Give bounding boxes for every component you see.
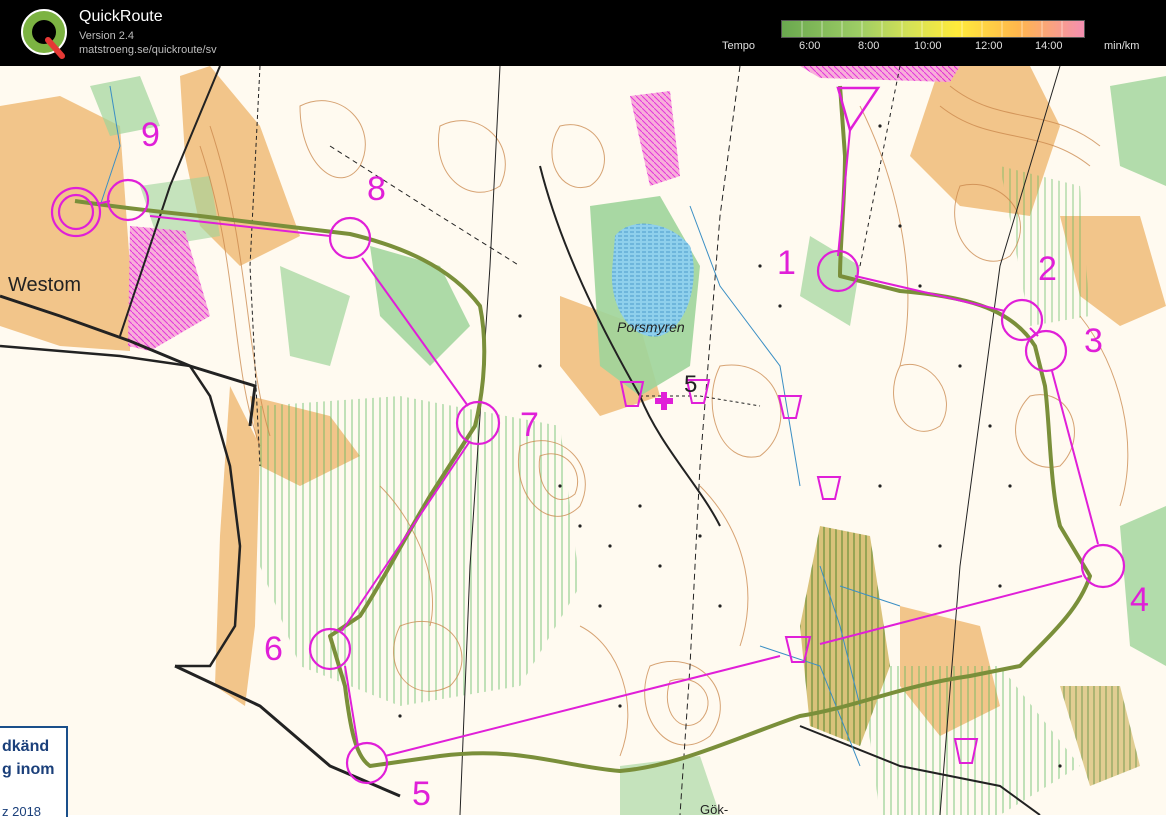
open-land-areas — [0, 66, 1166, 736]
control-number-3: 3 — [1084, 322, 1103, 360]
tempo-unit: min/km — [1104, 40, 1140, 52]
legend-line: dkänd — [2, 738, 50, 755]
control-number-5: 5 — [412, 775, 431, 813]
tempo-tick: 6:00 — [799, 40, 821, 52]
logo-graphic — [21, 9, 67, 59]
tempo-tick: 14:00 — [1035, 40, 1063, 52]
tempo-label: Tempo — [722, 40, 756, 52]
tempo-tick: 12:00 — [975, 40, 1003, 52]
orienteering-map[interactable]: 1 2 3 4 5 6 7 8 9 5 Westom Porsmyren Gök… — [0, 66, 1166, 817]
legend-line: g inom — [2, 761, 55, 778]
tempo-color-scale — [781, 20, 1085, 38]
control-number-9: 9 — [141, 116, 160, 154]
place-westom: Westom — [8, 274, 81, 296]
legend-line: z 2018 — [2, 804, 42, 817]
place-porsmyren: Porsmyren — [617, 319, 685, 335]
quickroute-logo — [18, 6, 72, 60]
map-legend-box: dkänd g inom z 2018 — [0, 726, 68, 817]
coastline — [0, 344, 242, 668]
control-number-4: 4 — [1130, 581, 1149, 619]
app-header: QuickRoute Version 2.4 matstroeng.se/qui… — [0, 0, 1166, 66]
control-number-7: 7 — [520, 406, 539, 444]
tempo-tick: 8:00 — [858, 40, 880, 52]
app-title: QuickRoute — [79, 8, 163, 25]
control-number-6: 6 — [264, 630, 283, 668]
control-number-1: 1 — [777, 244, 796, 282]
control-number-8: 8 — [367, 170, 386, 208]
control-number-2: 2 — [1038, 250, 1057, 288]
app-version: Version 2.4 — [79, 30, 135, 42]
tempo-tick: 10:00 — [914, 40, 942, 52]
app-url[interactable]: matstroeng.se/quickroute/sv — [79, 44, 217, 56]
map-canvas[interactable] — [0, 66, 1166, 815]
finish-number: 5 — [684, 371, 698, 398]
